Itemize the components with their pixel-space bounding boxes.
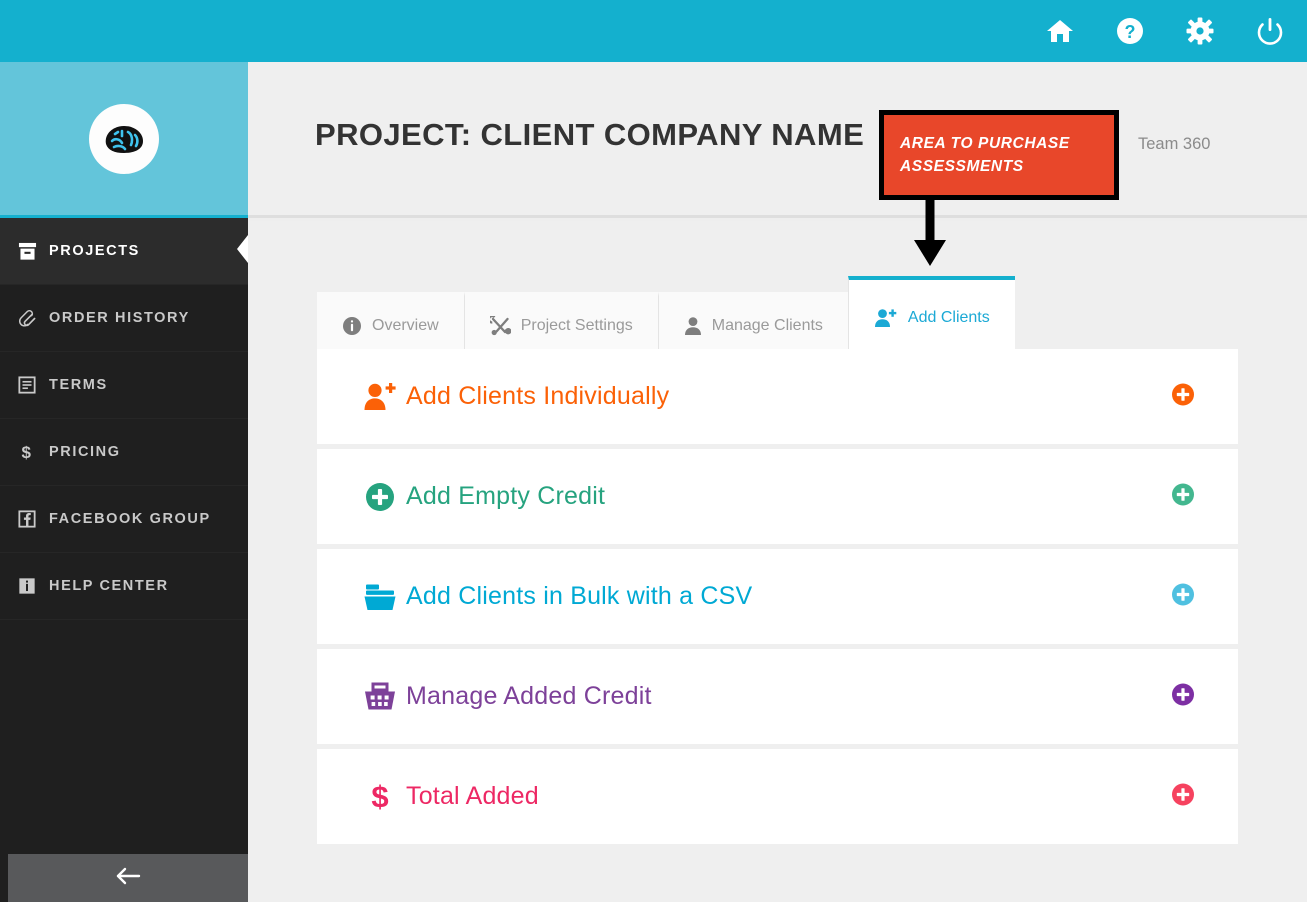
team-label: Team 360 bbox=[1138, 135, 1211, 153]
folder-icon bbox=[354, 582, 406, 612]
user-icon bbox=[684, 316, 702, 336]
basket-icon bbox=[354, 682, 406, 712]
annotation-callout: AREA TO PURCHASE ASSESSMENTS bbox=[879, 110, 1119, 200]
plus-circle-icon[interactable] bbox=[1172, 483, 1194, 510]
dollar-sign-icon: $ bbox=[14, 442, 40, 462]
row-label: Add Clients Individually bbox=[406, 382, 670, 410]
sidebar-collapse-button[interactable] bbox=[8, 854, 248, 902]
svg-text:$: $ bbox=[371, 780, 388, 814]
page-header: PROJECT: CLIENT COMPANY NAME Team 360 bbox=[248, 62, 1307, 218]
power-icon[interactable] bbox=[1255, 16, 1285, 46]
facebook-icon bbox=[14, 510, 40, 528]
row-label: Manage Added Credit bbox=[406, 682, 652, 710]
sidebar-item-help-center[interactable]: HELP CENTER bbox=[0, 553, 248, 620]
page-title: PROJECT: CLIENT COMPANY NAME bbox=[315, 117, 865, 152]
annotation-arrow-icon bbox=[913, 196, 947, 273]
annotation-line-1: AREA TO PURCHASE bbox=[900, 134, 1070, 152]
paperclip-icon bbox=[14, 309, 40, 328]
row-total-added[interactable]: $ Total Added bbox=[317, 749, 1238, 844]
row-add-clients-bulk-csv[interactable]: Add Clients in Bulk with a CSV bbox=[317, 549, 1238, 644]
chevron-left-icon bbox=[237, 235, 248, 267]
row-manage-added-credit[interactable]: Manage Added Credit bbox=[317, 649, 1238, 744]
sidebar-item-label: ORDER HISTORY bbox=[49, 310, 190, 326]
top-bar: ? bbox=[0, 0, 1307, 62]
plus-circle-icon[interactable] bbox=[1172, 583, 1194, 610]
sidebar: PROJECTS ORDER HISTORY TERMS $ PRICING F… bbox=[0, 62, 248, 902]
plus-circle-icon bbox=[354, 482, 406, 512]
annotation-line-2: ASSESSMENTS bbox=[900, 158, 1024, 175]
sidebar-item-projects[interactable]: PROJECTS bbox=[0, 218, 248, 285]
action-row-list: Add Clients Individually Add Empty Credi… bbox=[317, 349, 1238, 849]
tab-project-settings[interactable]: Project Settings bbox=[463, 292, 658, 356]
tab-manage-clients[interactable]: Manage Clients bbox=[657, 292, 848, 356]
help-icon[interactable]: ? bbox=[1115, 16, 1145, 46]
row-add-clients-individually[interactable]: Add Clients Individually bbox=[317, 349, 1238, 444]
tab-add-clients[interactable]: Add Clients bbox=[847, 276, 1015, 356]
tab-overview[interactable]: Overview bbox=[317, 292, 464, 356]
row-label: Add Clients in Bulk with a CSV bbox=[406, 582, 753, 610]
sidebar-item-facebook-group[interactable]: FACEBOOK GROUP bbox=[0, 486, 248, 553]
row-label: Total Added bbox=[406, 782, 539, 810]
tab-bar: Overview Project Settings Manage Clients… bbox=[317, 276, 1015, 356]
sidebar-item-label: TERMS bbox=[49, 377, 108, 393]
content-area: Overview Project Settings Manage Clients… bbox=[248, 221, 1307, 902]
tab-label: Overview bbox=[372, 317, 439, 334]
brain-logo bbox=[105, 125, 143, 153]
svg-text:?: ? bbox=[1125, 22, 1136, 42]
sidebar-item-label: PRICING bbox=[49, 444, 121, 460]
home-icon[interactable] bbox=[1045, 16, 1075, 46]
row-label: Add Empty Credit bbox=[406, 482, 606, 510]
sidebar-item-order-history[interactable]: ORDER HISTORY bbox=[0, 285, 248, 352]
gear-icon[interactable] bbox=[1185, 16, 1215, 46]
top-bar-icon-group: ? bbox=[1045, 16, 1307, 46]
avatar bbox=[89, 103, 159, 174]
row-add-empty-credit[interactable]: Add Empty Credit bbox=[317, 449, 1238, 544]
user-plus-icon bbox=[874, 308, 898, 328]
app-root: ? PROJECTS ORDER HISTORY TERMS $ PRICING… bbox=[0, 0, 1307, 902]
svg-text:$: $ bbox=[21, 443, 32, 462]
back-arrow-icon bbox=[115, 866, 141, 891]
sidebar-nav: PROJECTS ORDER HISTORY TERMS $ PRICING F… bbox=[0, 218, 248, 620]
info-square-icon bbox=[14, 577, 40, 595]
archive-box-icon bbox=[14, 242, 40, 261]
sidebar-item-label: HELP CENTER bbox=[49, 578, 169, 594]
info-circle-icon bbox=[342, 316, 362, 336]
document-lines-icon bbox=[14, 376, 40, 394]
sidebar-item-pricing[interactable]: $ PRICING bbox=[0, 419, 248, 486]
tab-label: Project Settings bbox=[520, 317, 633, 334]
tools-icon bbox=[489, 316, 511, 336]
tab-label: Add Clients bbox=[907, 309, 990, 326]
plus-circle-icon[interactable] bbox=[1172, 783, 1194, 810]
plus-circle-icon[interactable] bbox=[1172, 683, 1194, 710]
dollar-sign-icon: $ bbox=[354, 780, 406, 814]
sidebar-item-label: FACEBOOK GROUP bbox=[49, 511, 211, 527]
sidebar-item-terms[interactable]: TERMS bbox=[0, 352, 248, 419]
tab-label: Manage Clients bbox=[711, 317, 823, 334]
plus-circle-icon[interactable] bbox=[1172, 383, 1194, 410]
sidebar-item-label: PROJECTS bbox=[49, 243, 140, 259]
brand-logo-area bbox=[0, 62, 248, 218]
user-plus-icon bbox=[354, 382, 406, 412]
